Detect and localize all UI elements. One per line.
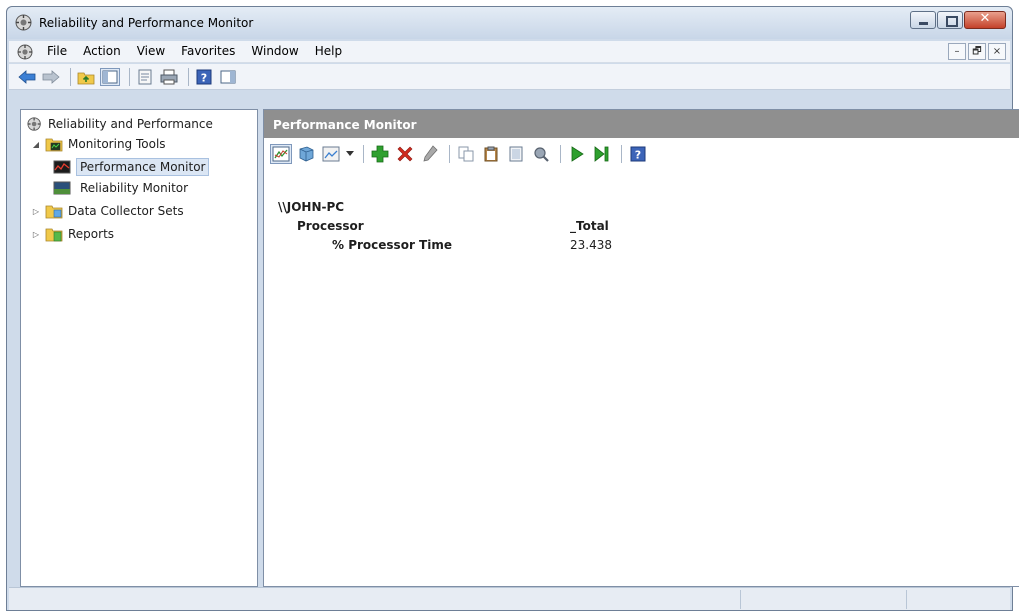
pane-title: Performance Monitor bbox=[264, 110, 1019, 138]
results-pane: Performance Monitor ? \\JOHN-PC Processo… bbox=[263, 109, 1019, 587]
menu-bar: File Action View Favorites Window Help –… bbox=[9, 41, 1010, 63]
menu-action[interactable]: Action bbox=[83, 44, 121, 58]
collapse-arrow-icon[interactable]: ◢ bbox=[31, 139, 41, 149]
status-divider bbox=[906, 590, 907, 609]
tree-root-label: Reliability and Performance bbox=[48, 117, 213, 131]
add-counter-icon[interactable] bbox=[369, 144, 391, 164]
change-graph-type-icon[interactable] bbox=[320, 144, 342, 164]
tree-item-label: Monitoring Tools bbox=[68, 137, 166, 151]
expand-arrow-icon[interactable]: ▷ bbox=[31, 229, 41, 239]
report-counter-value: 23.438 bbox=[570, 238, 612, 252]
help-icon[interactable]: ? bbox=[627, 144, 649, 164]
menu-file[interactable]: File bbox=[47, 44, 67, 58]
paste-counter-list-icon[interactable] bbox=[480, 144, 502, 164]
title-bar[interactable]: Reliability and Performance Monitor ✕ bbox=[7, 7, 1012, 39]
highlight-icon[interactable] bbox=[419, 144, 441, 164]
perfmon-app-icon bbox=[27, 117, 41, 131]
tree-item-label: Data Collector Sets bbox=[68, 204, 184, 218]
report-object-name: Processor bbox=[297, 219, 364, 233]
back-arrow-icon[interactable] bbox=[17, 68, 37, 86]
console-tree: Reliability and Performance ◢ Monitoring… bbox=[20, 109, 258, 587]
tree-item-label: Reliability Monitor bbox=[80, 181, 189, 195]
show-hide-action-pane-icon[interactable] bbox=[218, 68, 238, 86]
forward-arrow-icon[interactable] bbox=[41, 68, 61, 86]
toolbar-separator bbox=[129, 67, 130, 86]
tree-item-reports[interactable]: ▷ Reports bbox=[31, 224, 118, 244]
report-machine-name: \\JOHN-PC bbox=[278, 200, 345, 214]
toolbar-separator bbox=[621, 145, 622, 163]
window-title: Reliability and Performance Monitor bbox=[39, 16, 254, 30]
caption-buttons: ✕ bbox=[909, 11, 1006, 29]
expand-arrow-icon[interactable]: ▷ bbox=[31, 206, 41, 216]
show-hide-console-tree-icon[interactable] bbox=[100, 67, 120, 86]
copy-properties-icon[interactable] bbox=[455, 144, 477, 164]
delete-counter-icon[interactable] bbox=[394, 144, 416, 164]
tree-item-monitoring-tools[interactable]: ◢ Monitoring Tools bbox=[31, 134, 170, 154]
report-counter-name: % Processor Time bbox=[332, 238, 452, 252]
tree-item-label: Reports bbox=[68, 227, 115, 241]
monitoring-tools-folder-icon bbox=[45, 138, 63, 152]
tree-item-reliability-monitor[interactable]: Reliability Monitor bbox=[53, 178, 192, 198]
window-maximize-button[interactable] bbox=[937, 11, 963, 29]
view-graph-icon[interactable] bbox=[270, 144, 292, 164]
tree-item-label: Performance Monitor bbox=[76, 158, 210, 176]
toolbar-separator bbox=[188, 67, 189, 86]
report-instance-name: _Total bbox=[570, 219, 609, 233]
data-collector-sets-folder-icon bbox=[45, 205, 63, 219]
tree-root[interactable]: Reliability and Performance bbox=[27, 114, 217, 134]
dropdown-arrow-icon[interactable] bbox=[345, 144, 355, 164]
mdi-buttons: – 🗗 × bbox=[946, 43, 1006, 60]
properties-icon[interactable] bbox=[135, 68, 155, 86]
help-icon[interactable]: ? bbox=[194, 68, 214, 86]
content-area: Reliability and Performance ◢ Monitoring… bbox=[9, 91, 1019, 587]
svg-text:?: ? bbox=[635, 149, 641, 162]
next-sample-icon[interactable] bbox=[591, 144, 613, 164]
window-minimize-button[interactable] bbox=[910, 11, 936, 29]
child-minimize-button[interactable]: – bbox=[948, 43, 966, 60]
perfmon-app-icon bbox=[15, 14, 32, 31]
child-close-button[interactable]: × bbox=[988, 43, 1006, 60]
up-folder-icon[interactable] bbox=[76, 68, 96, 86]
properties-icon[interactable] bbox=[505, 144, 527, 164]
performance-monitor-toolbar: ? bbox=[264, 139, 1019, 169]
zoom-icon[interactable] bbox=[530, 144, 552, 164]
child-restore-button[interactable]: 🗗 bbox=[968, 43, 986, 60]
toolbar-separator bbox=[449, 145, 450, 163]
print-icon[interactable] bbox=[159, 68, 179, 86]
update-data-icon[interactable] bbox=[566, 144, 588, 164]
toolbar-separator bbox=[70, 67, 71, 86]
freeze-display-icon[interactable] bbox=[295, 144, 317, 164]
reliability-monitor-icon bbox=[53, 181, 71, 195]
close-icon: ✕ bbox=[979, 11, 991, 26]
toolbar-separator bbox=[363, 145, 364, 163]
menu-items: File Action View Favorites Window Help bbox=[47, 44, 358, 58]
main-toolbar: ? bbox=[9, 64, 1010, 90]
reports-folder-icon bbox=[45, 228, 63, 242]
toolbar-separator bbox=[560, 145, 561, 163]
svg-text:?: ? bbox=[201, 71, 207, 84]
status-bar bbox=[9, 587, 1010, 610]
main-window: Reliability and Performance Monitor ✕ Fi… bbox=[6, 6, 1019, 611]
menu-help[interactable]: Help bbox=[315, 44, 342, 58]
system-menu-icon[interactable] bbox=[17, 44, 33, 60]
menu-view[interactable]: View bbox=[137, 44, 165, 58]
performance-monitor-icon bbox=[53, 160, 71, 174]
menu-window[interactable]: Window bbox=[251, 44, 298, 58]
status-divider bbox=[740, 590, 741, 609]
window-close-button[interactable]: ✕ bbox=[964, 11, 1006, 29]
tree-item-data-collector-sets[interactable]: ▷ Data Collector Sets bbox=[31, 201, 188, 221]
menu-favorites[interactable]: Favorites bbox=[181, 44, 235, 58]
tree-item-performance-monitor[interactable]: Performance Monitor bbox=[53, 157, 210, 177]
